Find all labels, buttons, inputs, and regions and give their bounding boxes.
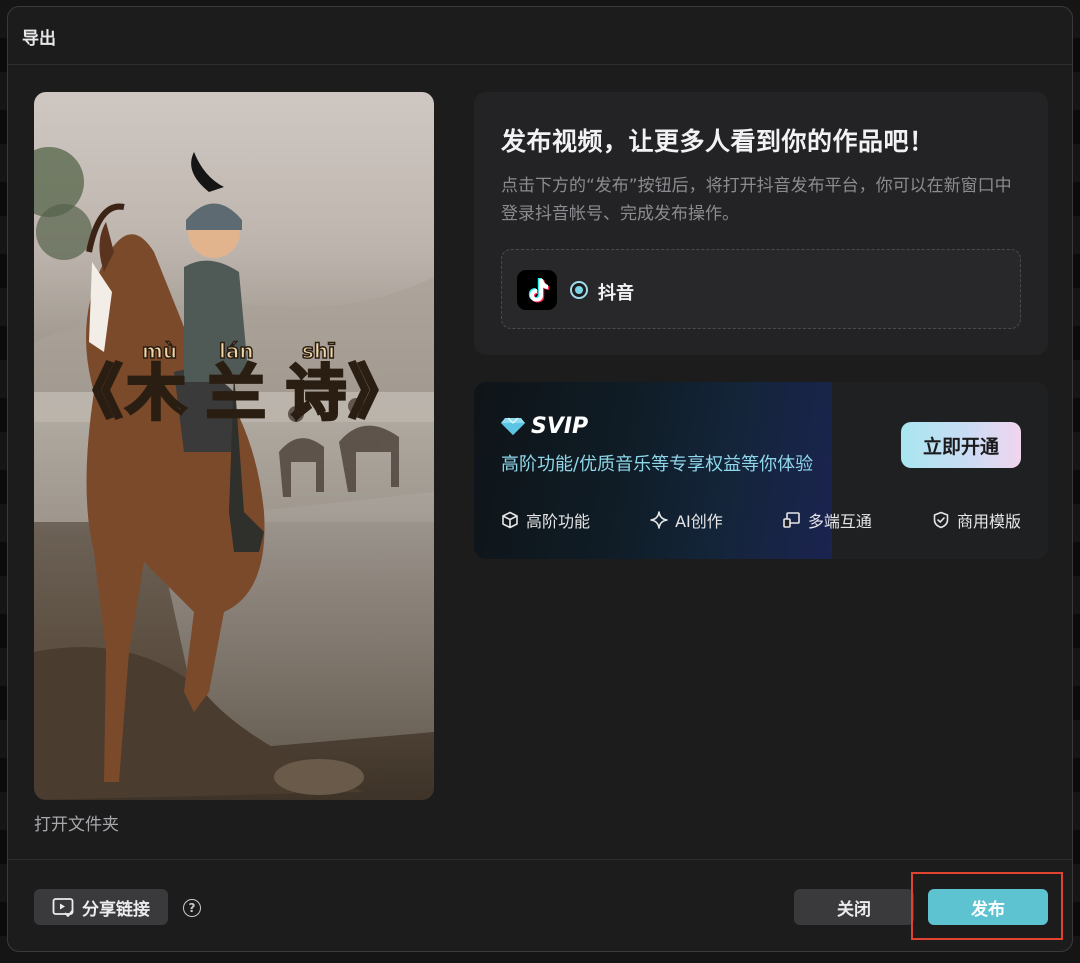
feature-item: 高阶功能 — [501, 508, 590, 532]
feature-label: AI创作 — [675, 512, 723, 531]
preview-title-char: 木 — [126, 359, 186, 429]
tiktok-icon — [517, 270, 557, 310]
preview-pinyin: shī — [302, 339, 335, 363]
diamond-icon — [501, 417, 525, 435]
preview-close-bracket: 》 — [349, 358, 407, 426]
open-folder-link[interactable]: 打开文件夹 — [34, 810, 119, 835]
share-video-icon — [52, 898, 74, 917]
preview-title-char: 兰 — [206, 359, 266, 429]
devices-icon — [783, 512, 800, 528]
platform-radio[interactable] — [570, 281, 588, 299]
preview-pinyin: mù — [142, 339, 177, 363]
feature-item: 商用模版 — [932, 508, 1021, 532]
shield-check-icon — [933, 511, 949, 529]
export-dialog: 导出 《 木 兰 诗 》 mù lán shī 打开文件夹 发布视频，让更多人看… — [7, 6, 1073, 952]
feature-label: 商用模版 — [956, 512, 1021, 531]
svip-subtitle: 高阶功能/优质音乐等专享权益等你体验 — [501, 454, 814, 475]
svip-features: 高阶功能 AI创作 多端互通 商用模版 — [501, 508, 1021, 532]
share-link-label: 分享链接 — [82, 899, 150, 920]
publish-button[interactable]: 发布 — [928, 889, 1048, 925]
help-icon[interactable]: ? — [183, 899, 201, 917]
footer-divider — [8, 859, 1072, 860]
platform-label: 抖音 — [598, 283, 634, 304]
feature-label: 多端互通 — [807, 512, 872, 531]
publish-headline: 发布视频，让更多人看到你的作品吧！ — [501, 127, 935, 156]
preview-illustration: 《 木 兰 诗 》 mù lán shī — [34, 147, 434, 800]
cube-icon — [502, 511, 518, 529]
preview-pinyin: lán — [219, 339, 254, 363]
svip-label: SVIP — [531, 413, 589, 439]
svip-badge: SVIP — [501, 413, 589, 439]
video-preview[interactable]: 《 木 兰 诗 》 mù lán shī — [34, 92, 434, 800]
sparkle-icon — [650, 511, 668, 529]
dialog-title: 导出 — [22, 29, 56, 49]
share-link-button[interactable]: 分享链接 — [34, 889, 168, 925]
publish-card: 发布视频，让更多人看到你的作品吧！ 点击下方的“发布”按钮后，将打开抖音发布平台… — [474, 92, 1048, 355]
feature-label: 高阶功能 — [526, 512, 591, 531]
feature-item: AI创作 — [650, 508, 723, 532]
preview-title-char: 诗 — [286, 359, 346, 429]
platform-option-douyin[interactable]: 抖音 — [501, 249, 1021, 329]
close-button[interactable]: 关闭 — [794, 889, 914, 925]
svip-card: SVIP 高阶功能/优质音乐等专享权益等你体验 立即开通 高阶功能 AI创作 多… — [474, 382, 1048, 559]
feature-item: 多端互通 — [783, 508, 872, 532]
preview-open-bracket: 《 — [64, 358, 122, 426]
activate-svip-button[interactable]: 立即开通 — [901, 422, 1021, 468]
dialog-title-bar: 导出 — [8, 7, 1072, 65]
publish-description: 点击下方的“发布”按钮后，将打开抖音发布平台，你可以在新窗口中登录抖音帐号、完成… — [501, 176, 1012, 224]
